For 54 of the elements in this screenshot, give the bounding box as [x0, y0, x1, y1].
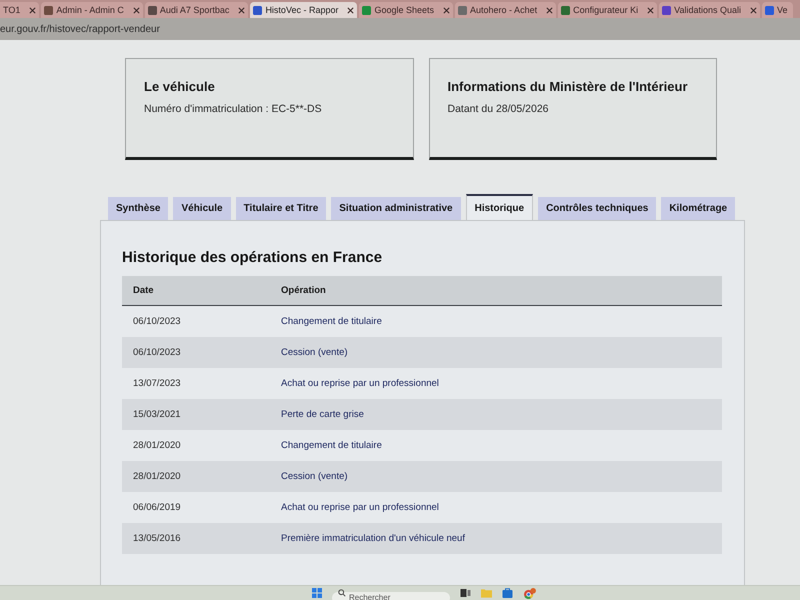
- task-view-icon[interactable]: [460, 588, 471, 598]
- report-tab[interactable]: Contrôles techniques: [538, 197, 656, 220]
- store-icon[interactable]: [502, 588, 513, 598]
- report-tab[interactable]: Kilométrage: [661, 197, 736, 220]
- browser-tab[interactable]: TO1: [0, 2, 40, 18]
- search-field[interactable]: Rechercher: [332, 592, 450, 600]
- browser-tab[interactable]: Admin - Admin C: [41, 2, 143, 18]
- report-tab[interactable]: Situation administrative: [331, 197, 461, 220]
- operation-cell-text: Cession (vente): [281, 347, 349, 358]
- browser-tab[interactable]: Autohero - Achet: [455, 2, 556, 18]
- browser-tab[interactable]: Ve: [762, 2, 793, 18]
- date-cell-text: 06/06/2019: [132, 502, 182, 513]
- operation-cell-text: Achat ou reprise par un professionnel: [281, 502, 440, 513]
- date-cell-text: 06/10/2023: [132, 316, 182, 327]
- report-tab[interactable]: Véhicule: [173, 197, 231, 220]
- card-text: Numéro d'immatriculation : EC-5**-DS: [144, 103, 323, 115]
- date-cell-text: 28/01/2020: [132, 440, 182, 451]
- browser-tab[interactable]: Validations Quali: [659, 2, 760, 18]
- date-cell-text: 13/07/2023: [132, 378, 182, 389]
- date-cell-text: 15/03/2021: [132, 409, 182, 420]
- close-icon[interactable]: [546, 6, 554, 14]
- browser-icon[interactable]: [523, 588, 536, 598]
- operation-cell-text: Cession (vente): [281, 471, 349, 482]
- card-text: Datant du 28/05/2026: [448, 103, 550, 115]
- report-tab[interactable]: Historique: [466, 194, 534, 220]
- search-icon: [338, 589, 346, 597]
- report-tab[interactable]: Synthèse: [108, 197, 168, 220]
- section-title: Historique des opérations en France: [122, 249, 384, 266]
- close-icon[interactable]: [29, 6, 36, 14]
- close-icon[interactable]: [347, 6, 354, 14]
- report-tab[interactable]: Titulaire et Titre: [236, 197, 326, 220]
- operation-cell-text: Changement de titulaire: [281, 316, 383, 327]
- close-icon[interactable]: [443, 6, 450, 14]
- browser-tab[interactable]: Configurateur Ki: [558, 2, 658, 18]
- operation-cell-text: Première immatriculation d'un véhicule neuf: [281, 533, 466, 544]
- windows-logo-icon[interactable]: [312, 588, 322, 598]
- card-title: Informations du Ministère de l'Intérieur: [448, 79, 689, 94]
- close-icon[interactable]: [750, 6, 757, 14]
- close-icon[interactable]: [647, 6, 654, 14]
- card-title: Le véhicule: [144, 79, 216, 94]
- address-bar[interactable]: eur.gouv.fr/histovec/rapport-vendeur: [0, 18, 800, 40]
- close-icon[interactable]: [132, 6, 140, 14]
- date-cell-text: 06/10/2023: [132, 347, 182, 358]
- browser-tab[interactable]: Audi A7 Sportbac: [144, 2, 248, 18]
- browser-tab[interactable]: HistoVec - Rappor: [250, 2, 358, 18]
- column-header: Date: [132, 285, 155, 296]
- date-cell-text: 13/05/2016: [132, 533, 182, 544]
- browser-tab[interactable]: Google Sheets: [359, 2, 454, 18]
- close-icon[interactable]: [238, 6, 246, 14]
- date-cell-text: 28/01/2020: [132, 471, 182, 482]
- operation-cell-text: Changement de titulaire: [281, 440, 383, 451]
- operation-cell-text: Perte de carte grise: [281, 409, 365, 420]
- column-header: Opération: [281, 285, 327, 296]
- operation-cell-text: Achat ou reprise par un professionnel: [281, 378, 440, 389]
